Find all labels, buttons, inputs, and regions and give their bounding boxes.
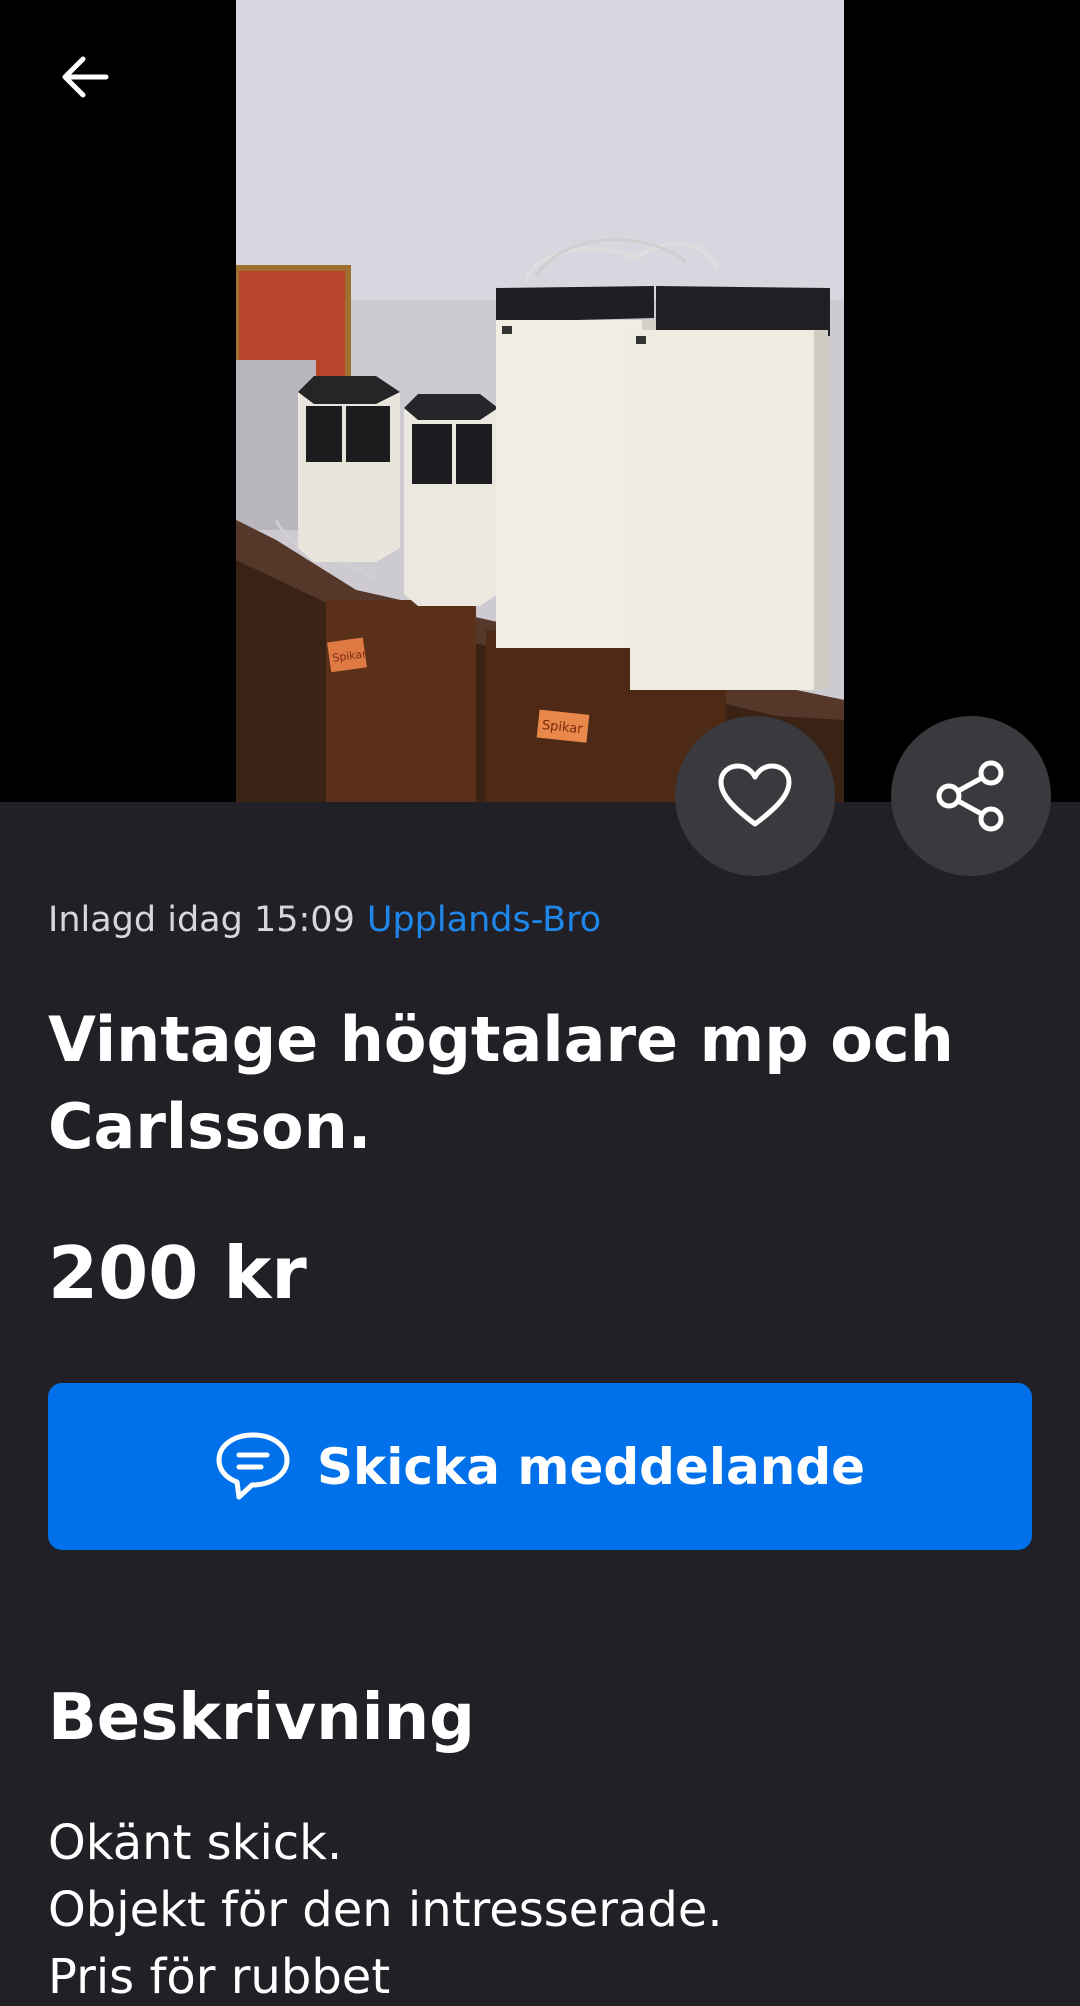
listing-price: 200 kr bbox=[48, 1231, 307, 1315]
heart-icon bbox=[718, 763, 792, 827]
description-line: Pris för rubbet bbox=[48, 1949, 391, 2005]
send-message-button[interactable]: Skicka meddelande bbox=[48, 1383, 1032, 1550]
speakers-photo: Spikar Spikar bbox=[236, 0, 844, 802]
description-line: Okänt skick. bbox=[48, 1815, 343, 1871]
share-button[interactable] bbox=[891, 716, 1051, 876]
location-link[interactable]: Upplands-Bro bbox=[367, 900, 601, 940]
favorite-button[interactable] bbox=[675, 716, 835, 876]
listing-title: Vintage högtalare mp och Carlsson. bbox=[48, 1003, 954, 1163]
description-text: Okänt skick. Objekt för den intresserade… bbox=[48, 1810, 1032, 2006]
share-icon bbox=[936, 760, 1004, 832]
chat-bubble-icon bbox=[216, 1432, 290, 1499]
back-button[interactable] bbox=[44, 36, 126, 118]
description-heading: Beskrivning bbox=[48, 1681, 475, 1755]
arrow-left-icon bbox=[62, 56, 109, 98]
listing-photo[interactable]: Spikar Spikar bbox=[236, 0, 844, 802]
listing-meta: Inlagd idag 15:09 Upplands-Bro bbox=[48, 896, 601, 944]
send-message-label: Skicka meddelande bbox=[316, 1437, 866, 1496]
listing-image-area[interactable]: Spikar Spikar bbox=[0, 0, 1080, 802]
posted-time: Inlagd idag 15:09 bbox=[48, 900, 355, 940]
description-line: Objekt för den intresserade. bbox=[48, 1882, 723, 1938]
